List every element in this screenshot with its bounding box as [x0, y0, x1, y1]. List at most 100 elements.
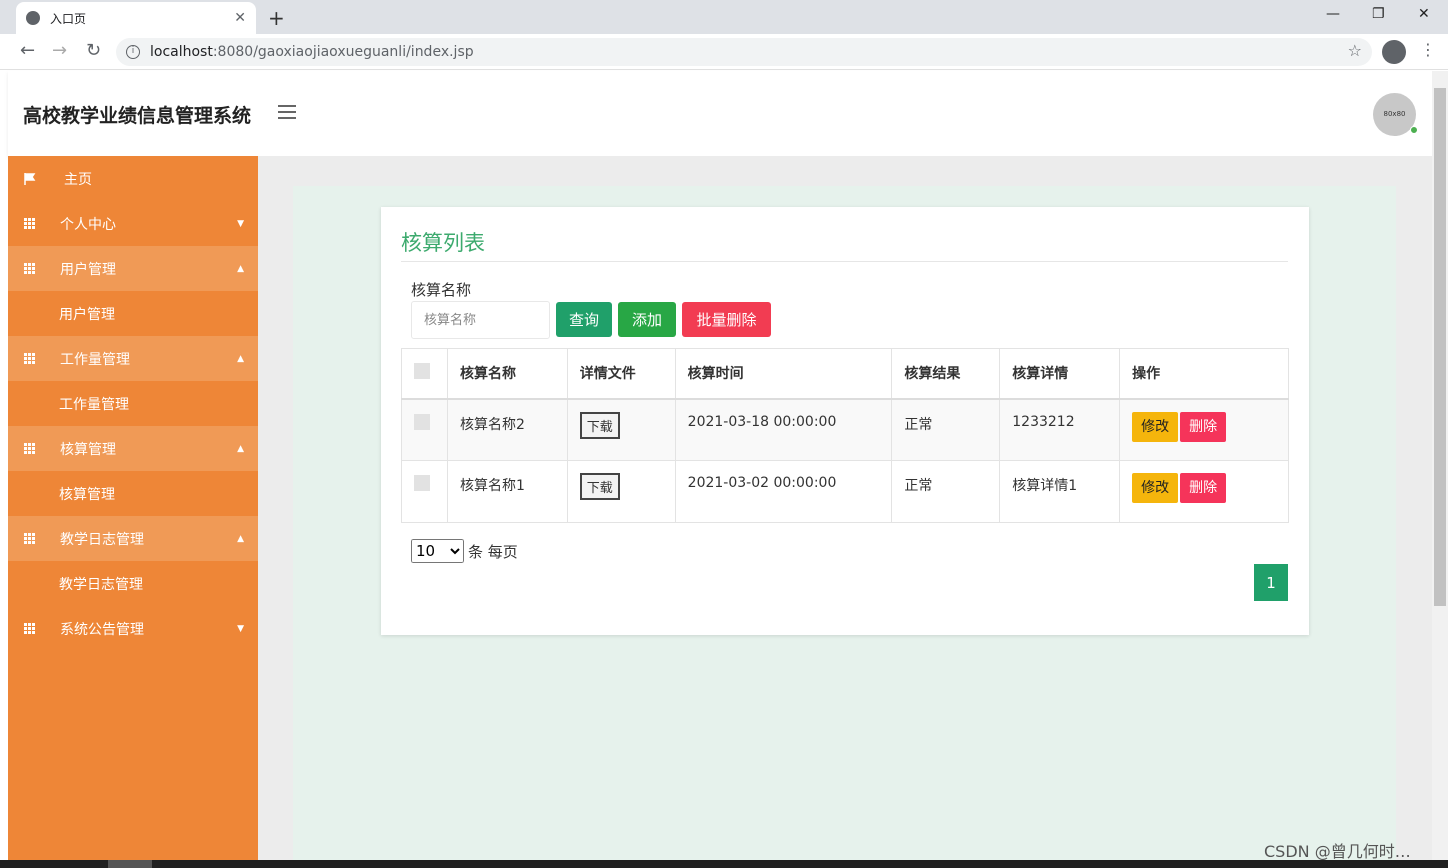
- column-header: 核算详情: [999, 348, 1121, 400]
- batch-delete-button[interactable]: 批量删除: [682, 302, 771, 337]
- cell-result: 正常: [891, 398, 1001, 461]
- cell-name: 核算名称2: [446, 398, 568, 461]
- profile-icon[interactable]: [1382, 40, 1406, 64]
- list-card: 核算列表 核算名称 查询 添加 批量删除 核算名称 详情文件 核算时间 核算结果: [381, 207, 1309, 635]
- watermark: CSDN @曾几何时…: [1264, 842, 1411, 861]
- cell-result: 正常: [891, 460, 1001, 523]
- sidebar-item-announcement-management[interactable]: 系统公告管理 ▼: [8, 606, 258, 651]
- delete-button[interactable]: 删除: [1180, 411, 1227, 442]
- table-row: 核算名称1 下载 2021-03-02 00:00:00 正常 核算详情1 修改…: [401, 460, 1289, 523]
- caret-up-icon: ▲: [237, 533, 244, 544]
- cell-time: 2021-03-18 00:00:00: [674, 398, 893, 461]
- online-status-dot: [1410, 126, 1418, 134]
- sidebar-subitem-workload-management[interactable]: 工作量管理: [8, 381, 258, 426]
- tab-close-icon[interactable]: ✕: [234, 10, 246, 26]
- app-header: 高校教学业绩信息管理系统 80x80: [8, 71, 1432, 156]
- page-size-control: 10 条 每页: [411, 539, 518, 563]
- cell-actions: 修改 删除: [1119, 460, 1289, 523]
- main-area: 核算列表 核算名称 查询 添加 批量删除 核算名称 详情文件 核算时间 核算结果: [258, 156, 1432, 860]
- column-header: 操作: [1119, 348, 1289, 400]
- column-header: 核算时间: [674, 348, 893, 400]
- search-input[interactable]: [411, 301, 550, 339]
- back-icon[interactable]: ←: [20, 40, 35, 61]
- caret-down-icon: ▼: [237, 623, 244, 634]
- grid-icon: [24, 217, 36, 230]
- sidebar-item-home[interactable]: 主页: [8, 156, 258, 201]
- add-button[interactable]: 添加: [618, 302, 676, 337]
- edit-button[interactable]: 修改: [1132, 411, 1179, 442]
- sidebar-item-label: 系统公告管理: [60, 621, 144, 638]
- browser-tab[interactable]: 入口页 ✕: [16, 2, 256, 34]
- taskbar-item[interactable]: [108, 860, 152, 868]
- menu-toggle-icon[interactable]: [278, 105, 296, 123]
- app-title: 高校教学业绩信息管理系统: [23, 105, 252, 127]
- cell-file: 下载: [566, 398, 676, 461]
- forward-icon[interactable]: →: [52, 40, 67, 61]
- close-window-button[interactable]: ✕: [1418, 6, 1430, 22]
- scrollbar-thumb[interactable]: [1434, 88, 1446, 606]
- grid-icon: [24, 442, 36, 455]
- sidebar-item-label: 主页: [64, 171, 92, 188]
- minimize-button[interactable]: —: [1326, 6, 1340, 22]
- cell-file: 下载: [566, 460, 676, 523]
- bookmark-star-icon[interactable]: ☆: [1348, 41, 1362, 60]
- browser-menu-icon[interactable]: ⋮: [1420, 40, 1436, 59]
- taskbar: [0, 860, 1448, 868]
- globe-icon: [26, 11, 40, 25]
- sidebar-item-user-management[interactable]: 用户管理 ▲: [8, 246, 258, 291]
- delete-button[interactable]: 删除: [1180, 473, 1227, 503]
- table-row: 核算名称2 下载 2021-03-18 00:00:00 正常 1233212 …: [401, 398, 1289, 461]
- grid-icon: [24, 352, 36, 365]
- download-button[interactable]: 下载: [579, 411, 620, 439]
- address-bar-row: ← → ↻ i localhost:8080/gaoxiaojiaoxuegua…: [0, 34, 1448, 70]
- column-header: 详情文件: [566, 348, 676, 400]
- cell-name: 核算名称1: [446, 460, 568, 523]
- row-checkbox[interactable]: [414, 475, 430, 491]
- row-select-cell: [401, 398, 448, 461]
- caret-up-icon: ▲: [237, 353, 244, 364]
- sidebar-item-label: 工作量管理: [60, 351, 130, 368]
- cell-detail: 1233212: [999, 398, 1121, 461]
- browser-tab-strip: 入口页 ✕ + — ❐ ✕: [0, 0, 1448, 34]
- reload-icon[interactable]: ↻: [86, 40, 101, 61]
- download-button[interactable]: 下载: [579, 473, 620, 500]
- caret-down-icon: ▼: [237, 218, 244, 229]
- flag-icon: [24, 172, 36, 185]
- sidebar-item-accounting-management[interactable]: 核算管理 ▲: [8, 426, 258, 471]
- pagination-page-button[interactable]: 1: [1254, 564, 1288, 601]
- url-host: localhost: [150, 44, 213, 60]
- grid-icon: [24, 532, 36, 545]
- cell-actions: 修改 删除: [1119, 398, 1289, 461]
- sidebar-item-label: 用户管理: [60, 261, 116, 278]
- caret-up-icon: ▲: [237, 443, 244, 454]
- sidebar-item-personal-center[interactable]: 个人中心 ▼: [8, 201, 258, 246]
- row-checkbox[interactable]: [414, 413, 430, 430]
- sidebar-item-teaching-log-management[interactable]: 教学日志管理 ▲: [8, 516, 258, 561]
- search-label: 核算名称: [411, 281, 472, 299]
- restore-button[interactable]: ❐: [1372, 6, 1385, 22]
- new-tab-button[interactable]: +: [268, 6, 285, 30]
- sidebar-item-label: 个人中心: [60, 216, 116, 233]
- select-all-checkbox[interactable]: [414, 363, 430, 380]
- page-size-suffix: 条 每页: [468, 542, 518, 561]
- sidebar-item-workload-management[interactable]: 工作量管理 ▲: [8, 336, 258, 381]
- sidebar-subitem-teaching-log-management[interactable]: 教学日志管理: [8, 561, 258, 606]
- edit-button[interactable]: 修改: [1132, 473, 1179, 503]
- page-size-select[interactable]: 10: [411, 539, 464, 563]
- table-header-row: 核算名称 详情文件 核算时间 核算结果 核算详情 操作: [401, 348, 1289, 400]
- address-bar[interactable]: i localhost:8080/gaoxiaojiaoxueguanli/in…: [116, 38, 1372, 66]
- grid-icon: [24, 622, 36, 635]
- sidebar: 主页 个人中心 ▼ 用户管理 ▲ 用户管理 工作量管理 ▲ 工作量管理 核算管理…: [8, 156, 258, 860]
- sidebar-item-label: 教学日志管理: [60, 531, 144, 548]
- cell-time: 2021-03-02 00:00:00: [674, 460, 893, 523]
- row-select-cell: [401, 460, 448, 523]
- cell-detail: 核算详情1: [999, 460, 1121, 523]
- grid-icon: [24, 262, 36, 275]
- query-button[interactable]: 查询: [556, 302, 612, 337]
- info-icon[interactable]: i: [126, 45, 140, 59]
- sidebar-subitem-accounting-management[interactable]: 核算管理: [8, 471, 258, 516]
- caret-up-icon: ▲: [237, 263, 244, 274]
- header-select-all[interactable]: [401, 348, 448, 400]
- sidebar-subitem-user-management[interactable]: 用户管理: [8, 291, 258, 336]
- sidebar-item-label: 核算管理: [60, 441, 116, 458]
